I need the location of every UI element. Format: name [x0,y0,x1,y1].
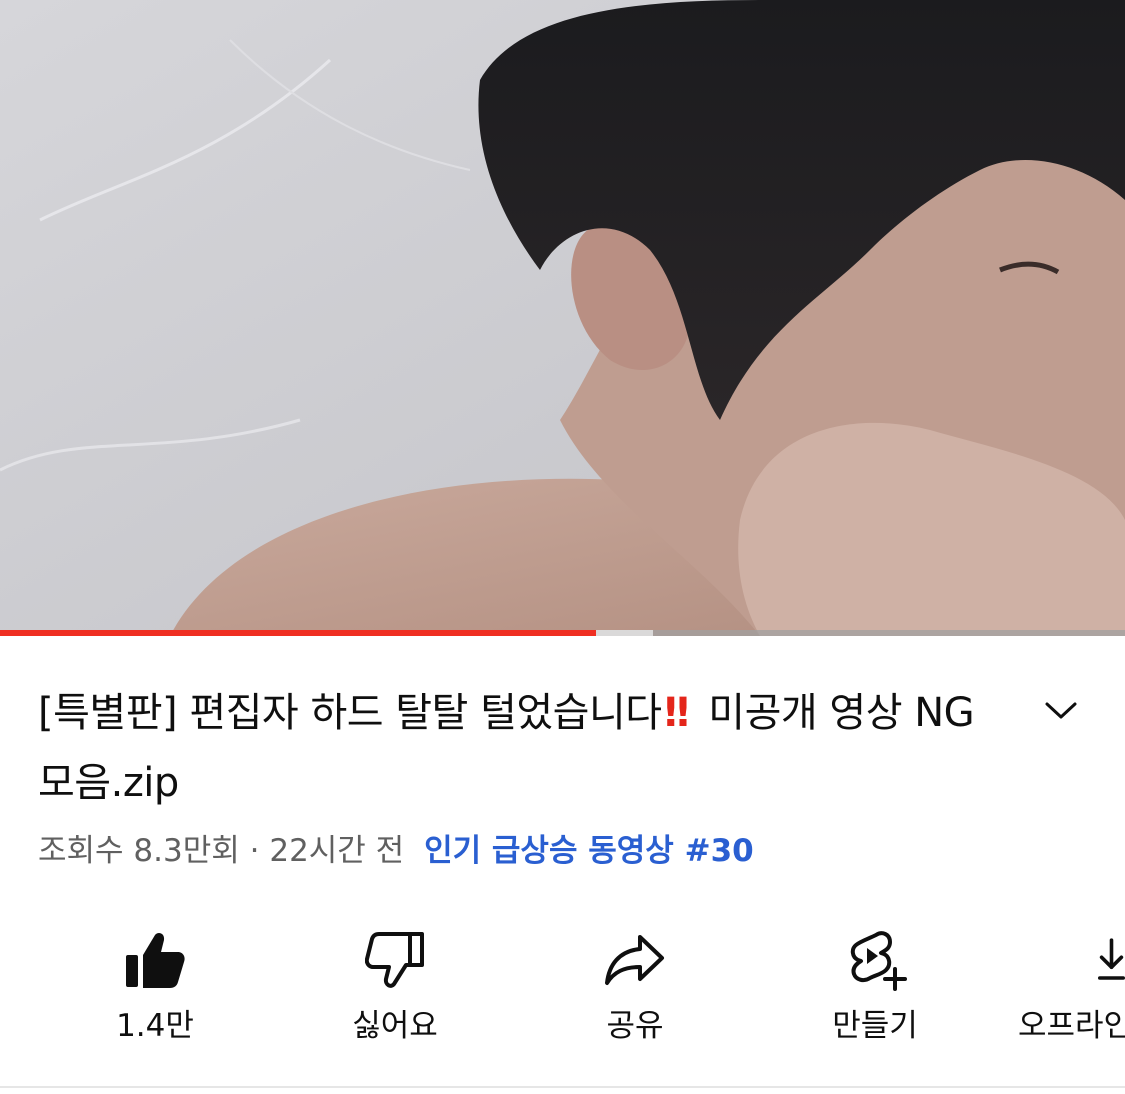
video-player[interactable] [0,0,1125,636]
video-meta[interactable]: 조회수 8.3만회 · 22시간 전 인기 급상승 동영상 #30 [38,828,754,874]
meta-separator: · [249,833,260,869]
download-icon [1098,938,1125,980]
download-label: 오프라인 [1018,1008,1125,1044]
thumb-up-filled-icon [126,932,185,988]
dislike-label: 싫어요 [352,1008,438,1044]
video-title-text: [특별판] 편집자 하드 탈탈 털었습니다 [38,690,662,736]
chevron-down-icon [1045,702,1077,719]
download-button[interactable]: 오프라인 [1010,920,1125,1050]
progress-bar[interactable] [0,630,1125,636]
trending-badge[interactable]: 인기 급상승 동영상 #30 [424,833,754,869]
view-count: 조회수 8.3만회 [38,833,240,869]
share-arrow-icon [605,935,664,985]
share-button[interactable]: 공유 [550,920,720,1050]
like-button[interactable]: 1.4만 [70,920,240,1050]
upload-time: 22시간 전 [269,833,405,869]
create-label: 만들기 [832,1008,918,1044]
video-frame [0,0,1125,636]
create-button[interactable]: 만들기 [790,920,960,1050]
like-count: 1.4만 [116,1008,194,1044]
shorts-create-icon [850,931,907,991]
video-title[interactable]: [특별판] 편집자 하드 탈탈 털었습니다!! 미공개 영상 NG 모음.zip [38,678,998,818]
expand-description-button[interactable] [1038,688,1084,734]
dislike-button[interactable]: 싫어요 [310,920,480,1050]
thumb-down-outline-icon [365,932,424,988]
share-label: 공유 [606,1008,664,1044]
progress-played [0,630,597,636]
double-exclamation-icon: !! [661,690,693,736]
divider [0,1086,1125,1088]
